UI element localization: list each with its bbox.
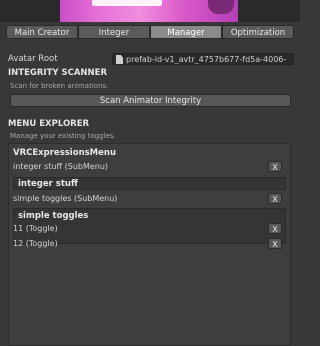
list-item: 12 (Toggle) X — [13, 238, 286, 250]
tab-bar: Main Creator Integer Manager Optimizatio… — [6, 25, 294, 39]
menu-entry-label: 12 (Toggle) — [13, 239, 58, 248]
prefab-file-icon — [116, 55, 123, 64]
menu-title: VRCExpressionsMenu — [13, 148, 117, 158]
menu-explorer-panel: VRCExpressionsMenu integer stuff (SubMen… — [8, 143, 291, 346]
remove-button[interactable]: X — [268, 238, 282, 249]
menu-explorer-title: MENU EXPLORER — [8, 119, 90, 129]
remove-button[interactable]: X — [268, 193, 282, 204]
remove-button[interactable]: X — [268, 223, 282, 234]
banner-character — [208, 0, 234, 14]
scan-animator-integrity-button[interactable]: Scan Animator Integrity — [10, 94, 291, 107]
tab-optimization[interactable]: Optimization — [222, 25, 294, 39]
menu-entry-label: integer stuff (SubMenu) — [13, 162, 109, 171]
menu-title: integer stuff — [18, 179, 78, 189]
list-item: 11 (Toggle) X — [13, 223, 286, 235]
avatar-root-field[interactable]: prefab-id-v1_avtr_4757b677-fd5a-4006- — [112, 53, 294, 65]
menu-entry-label: simple toggles (SubMenu) — [13, 194, 118, 203]
list-item: simple toggles (SubMenu) X — [13, 193, 286, 205]
avatar-root-value: prefab-id-v1_avtr_4757b677-fd5a-4006- — [126, 55, 287, 64]
integrity-scanner-hint: Scan for broken animations. — [10, 82, 109, 90]
avatar-root-row: Avatar Root prefab-id-v1_avtr_4757b677-f… — [8, 53, 294, 65]
remove-button[interactable]: X — [268, 161, 282, 172]
tab-integer[interactable]: Integer — [78, 25, 150, 39]
banner-artwork — [60, 0, 238, 22]
menu-title: simple toggles — [18, 211, 89, 221]
avatar-root-label: Avatar Root — [8, 54, 58, 64]
header-banner — [0, 0, 300, 22]
list-item: integer stuff (SubMenu) X — [13, 161, 286, 173]
menu-explorer-hint: Manage your existing toggles. — [10, 132, 116, 140]
submenu-header: integer stuff — [13, 177, 286, 190]
banner-logo — [92, 0, 162, 6]
tab-manager[interactable]: Manager — [150, 25, 222, 39]
menu-entry-label: 11 (Toggle) — [13, 224, 58, 233]
integrity-scanner-title: INTEGRITY SCANNER — [8, 68, 107, 78]
tab-main-creator[interactable]: Main Creator — [6, 25, 78, 39]
